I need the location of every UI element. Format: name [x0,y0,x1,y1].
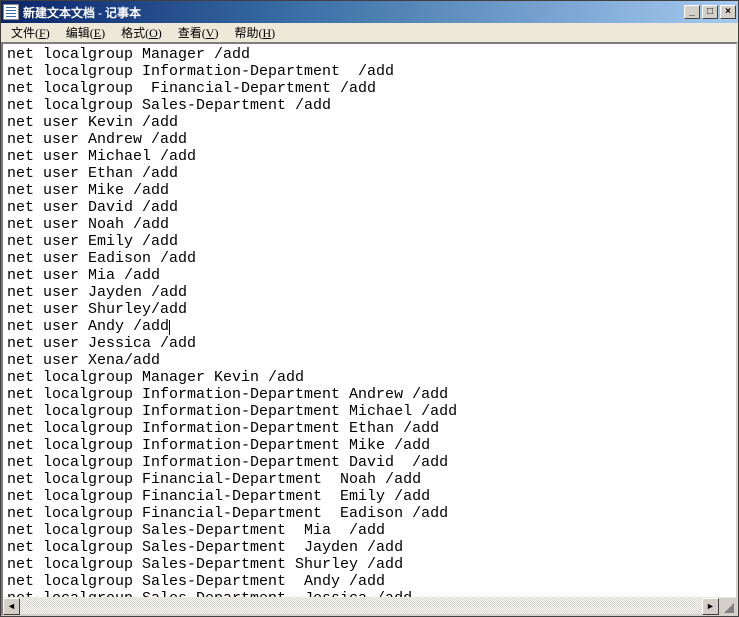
resize-grip[interactable] [719,598,736,615]
titlebar[interactable]: 新建文本文档 - 记事本 _ □ × [1,1,738,23]
window-controls: _ □ × [684,5,736,19]
horizontal-scrollbar[interactable]: ◄ ► [3,597,736,614]
text-caret [169,320,170,335]
scroll-left-button[interactable]: ◄ [3,598,20,615]
menu-edit[interactable]: 编辑(E) [58,22,113,43]
maximize-button[interactable]: □ [702,5,718,19]
text-editor[interactable]: net localgroup Manager /add net localgro… [3,44,736,597]
window-title: 新建文本文档 - 记事本 [23,4,684,21]
menu-help[interactable]: 帮助(H) [226,22,283,43]
scroll-track[interactable] [20,598,702,614]
editor-frame: net localgroup Manager /add net localgro… [1,42,738,616]
menu-view[interactable]: 查看(V) [170,22,227,43]
close-button[interactable]: × [720,5,736,19]
minimize-button[interactable]: _ [684,5,700,19]
menu-file[interactable]: 文件(F) [3,22,58,43]
menu-format[interactable]: 格式(O) [113,22,170,43]
scroll-right-button[interactable]: ► [702,598,719,615]
notepad-icon [3,4,19,20]
menubar: 文件(F) 编辑(E) 格式(O) 查看(V) 帮助(H) [1,23,738,43]
